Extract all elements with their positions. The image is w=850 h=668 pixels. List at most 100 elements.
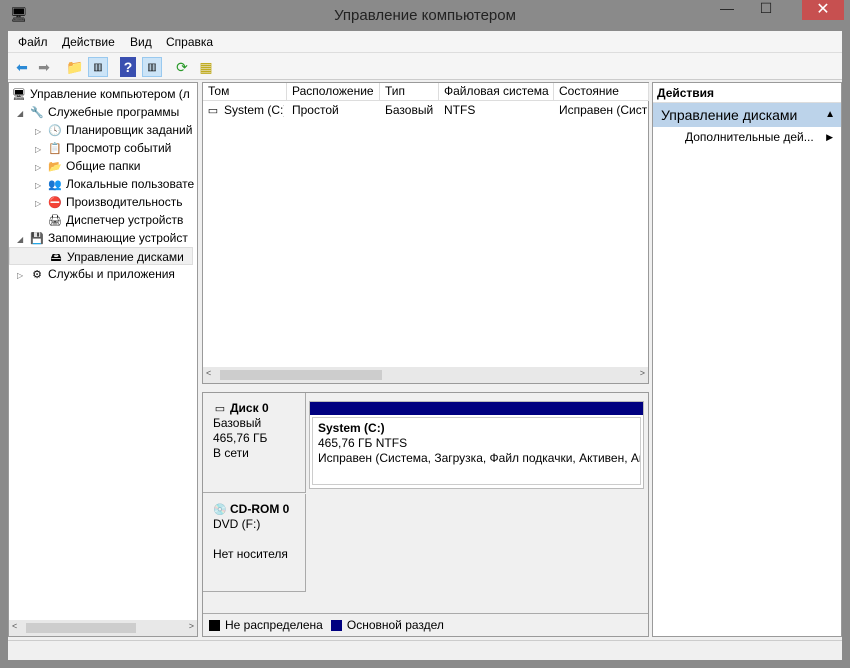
tree-item-label: Запоминающие устройст xyxy=(48,231,188,245)
disk-name: Диск 0 xyxy=(230,401,269,415)
menu-file[interactable]: Файл xyxy=(18,35,48,49)
menu-help[interactable]: Справка xyxy=(166,35,213,49)
back-icon[interactable]: ⬅ xyxy=(12,57,32,77)
legend-label: Основной раздел xyxy=(346,618,444,632)
expand-icon[interactable]: ▷ xyxy=(35,159,47,175)
tree-horizontal-scrollbar[interactable]: < > xyxy=(9,620,197,636)
cdrom-icon: 💿 xyxy=(213,503,227,516)
column-header[interactable]: Том xyxy=(203,83,287,101)
expand-icon[interactable]: ▷ xyxy=(35,141,47,157)
close-button[interactable]: ✕ xyxy=(802,0,844,20)
expand-icon[interactable]: ▷ xyxy=(35,195,47,211)
column-header[interactable]: Состояние xyxy=(554,83,649,101)
scroll-left-icon[interactable]: < xyxy=(206,368,211,378)
expand-icon[interactable]: ▷ xyxy=(35,123,47,139)
expand-icon[interactable]: ▷ xyxy=(35,177,47,193)
actions-section-disk-management[interactable]: Управление дисками ▲ xyxy=(653,103,841,127)
volume-list-scrollbar[interactable]: < > xyxy=(203,367,648,383)
column-header[interactable]: Расположение xyxy=(287,83,380,101)
clock-icon: 🕓 xyxy=(48,124,62,137)
collapse-icon[interactable]: ▲ xyxy=(825,103,835,127)
menu-view[interactable]: Вид xyxy=(130,35,152,49)
disk-icon: ▭ xyxy=(214,402,226,415)
legend-label: Не распределена xyxy=(225,618,323,632)
disk-map: ▭ Диск 0 Базовый 465,76 ГБ В сети System … xyxy=(202,392,649,637)
section-label: Управление дисками xyxy=(661,107,798,123)
console-tree: 🖥 Управление компьютером (л ◢ 🔧 Служебные п… xyxy=(8,82,198,637)
expand-icon[interactable]: ▷ xyxy=(17,267,29,283)
storage-icon: 💾 xyxy=(30,232,44,245)
partition-system-c[interactable]: System (C:) 465,76 ГБ NTFS Исправен (Сис… xyxy=(309,401,644,489)
event-viewer-icon: 📋 xyxy=(48,142,62,155)
maximize-button[interactable]: ☐ xyxy=(746,0,786,20)
scroll-thumb[interactable] xyxy=(26,623,136,633)
status-bar xyxy=(8,640,842,660)
disk-type: Базовый xyxy=(213,416,262,430)
title-bar: 🖥 Управление компьютером — ☐ ✕ xyxy=(0,0,850,31)
users-icon: 👥 xyxy=(48,178,62,191)
shared-folder-icon: 📂 xyxy=(48,160,62,173)
primary-swatch xyxy=(330,619,342,631)
tree-item[interactable]: ▷ 📂 Общие папки xyxy=(9,157,197,175)
cdrom-0-label[interactable]: 💿 CD-ROM 0 DVD (F:) Нет носителя xyxy=(203,494,306,592)
tree-root[interactable]: 🖥 Управление компьютером (л xyxy=(9,85,197,103)
partition-size: 465,76 ГБ NTFS xyxy=(318,436,408,450)
disk-status: В сети xyxy=(213,446,249,460)
column-header[interactable]: Файловая система xyxy=(439,83,554,101)
scroll-right-icon[interactable]: > xyxy=(640,368,645,378)
tree-item[interactable]: ▷ ⚙ Службы и приложения xyxy=(9,265,197,283)
table-cell[interactable]: NTFS xyxy=(444,103,554,117)
tree-item[interactable]: ◢ 💾 Запоминающие устройст xyxy=(9,229,197,247)
disk-type: DVD (F:) xyxy=(213,517,261,531)
show-hide-tree-icon[interactable]: ▥ xyxy=(88,57,108,77)
menu-action[interactable]: Действие xyxy=(62,35,115,49)
menu-bar: Файл Действие Вид Справка xyxy=(8,31,842,53)
disk-0-label[interactable]: ▭ Диск 0 Базовый 465,76 ГБ В сети xyxy=(203,393,306,493)
tree-item-label: Планировщик заданий xyxy=(66,123,193,137)
scroll-right-icon[interactable]: > xyxy=(189,621,194,631)
forward-icon[interactable]: ➡ xyxy=(34,57,54,77)
volume-list: Том Расположение Тип Файловая система Состоя… xyxy=(202,82,649,384)
tree-item[interactable]: ▷ 📋 Просмотр событий xyxy=(9,139,197,157)
legend: Не распределена Основной раздел xyxy=(203,613,648,636)
disk-name: CD-ROM 0 xyxy=(230,502,290,516)
help-icon[interactable]: ? xyxy=(120,57,136,77)
tree-item[interactable]: ▷ ⛔ Производительность xyxy=(9,193,197,211)
tree-item-label: Общие папки xyxy=(66,159,141,173)
scroll-left-icon[interactable]: < xyxy=(12,621,17,631)
tree-item-label: Служебные программы xyxy=(48,105,180,119)
tree-item[interactable]: ▷ 🕓 Планировщик заданий xyxy=(9,121,197,139)
column-header[interactable]: Тип xyxy=(380,83,439,101)
minimize-button[interactable]: — xyxy=(712,0,742,20)
expand-icon[interactable]: ◢ xyxy=(17,105,29,121)
disk-management-icon: 🖴 xyxy=(50,251,62,264)
tree-item[interactable]: 🖴 Управление дисками xyxy=(9,247,193,265)
tree-root-label: Управление компьютером (л xyxy=(30,87,190,101)
services-icon: ⚙ xyxy=(32,268,42,281)
properties-icon[interactable]: ▦ xyxy=(196,57,216,77)
toolbar: ⬅ ➡ 📁 ▥ ? ▥ ⟳ ▦ xyxy=(8,53,842,80)
expand-icon[interactable]: ◢ xyxy=(17,231,29,247)
tree-item[interactable]: 🖨 Диспетчер устройств xyxy=(9,211,197,229)
up-folder-icon[interactable]: 📁 xyxy=(65,57,85,77)
actions-pane: Действия Управление дисками ▲ Дополнитель… xyxy=(652,82,842,637)
table-cell[interactable]: ▭ System (C:) xyxy=(205,103,284,118)
tree-item-label: Службы и приложения xyxy=(48,267,175,281)
volume-name: System (C:) xyxy=(224,103,284,117)
unallocated-swatch xyxy=(209,619,220,631)
more-actions-label: Дополнительные дей... xyxy=(685,130,814,144)
table-cell[interactable]: Базовый xyxy=(385,103,439,117)
table-cell[interactable]: Простой xyxy=(292,103,380,117)
more-actions-item[interactable]: Дополнительные дей... ▶ xyxy=(653,127,841,147)
refresh-icon[interactable]: ⟳ xyxy=(172,57,192,77)
show-hide-actions-icon[interactable]: ▥ xyxy=(142,57,162,77)
tree-item[interactable]: ◢ 🔧 Служебные программы xyxy=(9,103,197,121)
volume-icon: ▭ xyxy=(207,104,219,117)
disk-size: 465,76 ГБ xyxy=(213,431,268,445)
tree-item-label: Диспетчер устройств xyxy=(66,213,184,227)
tree-item[interactable]: ▷ 👥 Локальные пользовате xyxy=(9,175,197,193)
table-cell[interactable]: Исправен (Сист xyxy=(559,103,649,117)
scroll-thumb[interactable] xyxy=(220,370,382,380)
partition-type-bar xyxy=(310,402,643,415)
disk-status: Нет носителя xyxy=(213,547,288,561)
